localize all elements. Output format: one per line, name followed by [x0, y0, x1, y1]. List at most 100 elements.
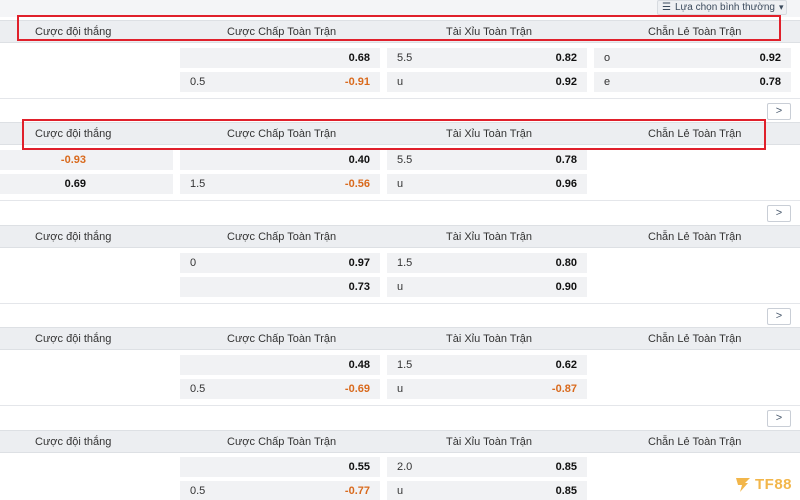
odds-value: -0.77	[344, 485, 370, 497]
under-label: u	[397, 281, 404, 293]
market-header-row: Cược đội thắng Cược Chấp Toàn Trận Tài X…	[0, 122, 800, 145]
over-odds[interactable]: 5.5 0.82	[387, 48, 587, 68]
odds-value: 0.68	[348, 52, 370, 64]
market-header-row: Cược đội thắng Cược Chấp Toàn Trận Tài X…	[0, 20, 800, 43]
over-odds[interactable]: 5.5 0.78	[387, 150, 587, 170]
odds-view-filter-button[interactable]: ☰ Lựa chọn bình thường ▾	[657, 0, 787, 15]
odds-value: 0.90	[555, 281, 577, 293]
under-odds[interactable]: u 0.90	[387, 277, 587, 297]
header-win: Cược đội thắng	[35, 436, 112, 448]
win-odds-home[interactable]: -0.93	[0, 150, 173, 170]
odds-value: 0.92	[759, 52, 781, 64]
header-handicap: Cược Chấp Toàn Trận	[227, 436, 337, 448]
header-win: Cược đội thắng	[35, 231, 112, 243]
odds-value: 0.96	[555, 178, 577, 190]
handicap-odds-away[interactable]: 0.5 -0.91	[180, 72, 380, 92]
odds-value: 0.48	[348, 359, 370, 371]
logo-mark-icon	[736, 478, 750, 492]
odds-value: 0.55	[348, 461, 370, 473]
even-odds[interactable]: e 0.78	[594, 72, 791, 92]
under-label: u	[397, 178, 404, 190]
handicap-line: 0.5	[190, 383, 206, 395]
header-odd-even: Chẵn Lẻ Toàn Trận	[648, 436, 742, 448]
under-label: u	[397, 383, 404, 395]
more-markets-button[interactable]: >	[767, 205, 791, 222]
match-odds-block-5: Cược đội thắng Cược Chấp Toàn Trận Tài X…	[0, 430, 800, 500]
header-over-under: Tài Xỉu Toàn Trận	[446, 333, 533, 345]
handicap-odds-home[interactable]: 0 0.97	[180, 253, 380, 273]
handicap-odds-away[interactable]: 0.5 -0.69	[180, 379, 380, 399]
handicap-line: 1.5	[190, 178, 206, 190]
header-over-under: Tài Xỉu Toàn Trận	[446, 436, 533, 448]
total-line: 1.5	[397, 257, 413, 269]
filter-label: Lựa chọn bình thường	[674, 2, 775, 13]
more-markets-row: >	[0, 303, 800, 329]
odd-label: o	[604, 52, 611, 64]
more-markets-row: >	[0, 200, 800, 226]
handicap-odds-away[interactable]: 0.5 -0.77	[180, 481, 380, 500]
odds-value: 0.85	[555, 461, 577, 473]
more-markets-button[interactable]: >	[767, 410, 791, 427]
more-markets-row: >	[0, 405, 800, 431]
over-odds[interactable]: 1.5 0.62	[387, 355, 587, 375]
header-handicap: Cược Chấp Toàn Trận	[227, 26, 337, 38]
handicap-odds-home[interactable]: 0.55	[180, 457, 380, 477]
filter-icon: ☰	[662, 2, 671, 13]
handicap-line: 0.5	[190, 485, 206, 497]
odd-odds[interactable]: o 0.92	[594, 48, 791, 68]
more-markets-button[interactable]: >	[767, 308, 791, 325]
handicap-odds-home[interactable]: 0.68	[180, 48, 380, 68]
total-line: 2.0	[397, 461, 413, 473]
even-label: e	[604, 76, 611, 88]
market-header-row: Cược đội thắng Cược Chấp Toàn Trận Tài X…	[0, 327, 800, 350]
handicap-odds-home[interactable]: 0.48	[180, 355, 380, 375]
odds-value: 0.78	[759, 76, 781, 88]
under-odds[interactable]: u -0.87	[387, 379, 587, 399]
odds-value: -0.91	[344, 76, 370, 88]
toolbar: ☰ Lựa chọn bình thường ▾	[0, 0, 800, 17]
header-odd-even: Chẵn Lẻ Toàn Trận	[648, 128, 742, 140]
odds-value: -0.56	[344, 178, 370, 190]
under-odds[interactable]: u 0.92	[387, 72, 587, 92]
handicap-line: 0	[190, 257, 197, 269]
chevron-down-icon: ▾	[778, 2, 784, 12]
over-odds[interactable]: 2.0 0.85	[387, 457, 587, 477]
header-odd-even: Chẵn Lẻ Toàn Trận	[648, 26, 742, 38]
odds-value: 0.78	[555, 154, 577, 166]
market-header-row: Cược đội thắng Cược Chấp Toàn Trận Tài X…	[0, 430, 800, 453]
handicap-odds-home[interactable]: 0.40	[180, 150, 380, 170]
under-odds[interactable]: u 0.85	[387, 481, 587, 500]
odds-value: 0.62	[555, 359, 577, 371]
more-markets-row: >	[0, 98, 800, 124]
match-odds-block-3: Cược đội thắng Cược Chấp Toàn Trận Tài X…	[0, 225, 800, 327]
header-handicap: Cược Chấp Toàn Trận	[227, 231, 337, 243]
match-odds-block-2: Cược đội thắng Cược Chấp Toàn Trận Tài X…	[0, 122, 800, 224]
under-label: u	[397, 485, 404, 497]
odds-value: 0.69	[64, 178, 86, 190]
over-odds[interactable]: 1.5 0.80	[387, 253, 587, 273]
more-markets-button[interactable]: >	[767, 103, 791, 120]
brand-logo: TF88	[733, 472, 797, 496]
odds-value: -0.87	[551, 383, 577, 395]
handicap-odds-away[interactable]: 1.5 -0.56	[180, 174, 380, 194]
header-win: Cược đội thắng	[35, 128, 112, 140]
header-handicap: Cược Chấp Toàn Trận	[227, 333, 337, 345]
header-over-under: Tài Xỉu Toàn Trận	[446, 26, 533, 38]
under-odds[interactable]: u 0.96	[387, 174, 587, 194]
total-line: 5.5	[397, 154, 413, 166]
header-odd-even: Chẵn Lẻ Toàn Trận	[648, 333, 742, 345]
odds-value: 0.97	[348, 257, 370, 269]
odds-value: 0.40	[348, 154, 370, 166]
odds-value: -0.93	[60, 154, 86, 166]
header-handicap: Cược Chấp Toàn Trận	[227, 128, 337, 140]
header-over-under: Tài Xỉu Toàn Trận	[446, 128, 533, 140]
odds-value: 0.73	[348, 281, 370, 293]
odds-value: -0.69	[344, 383, 370, 395]
match-odds-block-1: Cược đội thắng Cược Chấp Toàn Trận Tài X…	[0, 20, 800, 122]
odds-value: 0.92	[555, 76, 577, 88]
win-odds-away[interactable]: 0.69	[0, 174, 173, 194]
odds-value: 0.82	[555, 52, 577, 64]
handicap-odds-away[interactable]: 0.73	[180, 277, 380, 297]
handicap-line: 0.5	[190, 76, 206, 88]
odds-value: 0.85	[555, 485, 577, 497]
